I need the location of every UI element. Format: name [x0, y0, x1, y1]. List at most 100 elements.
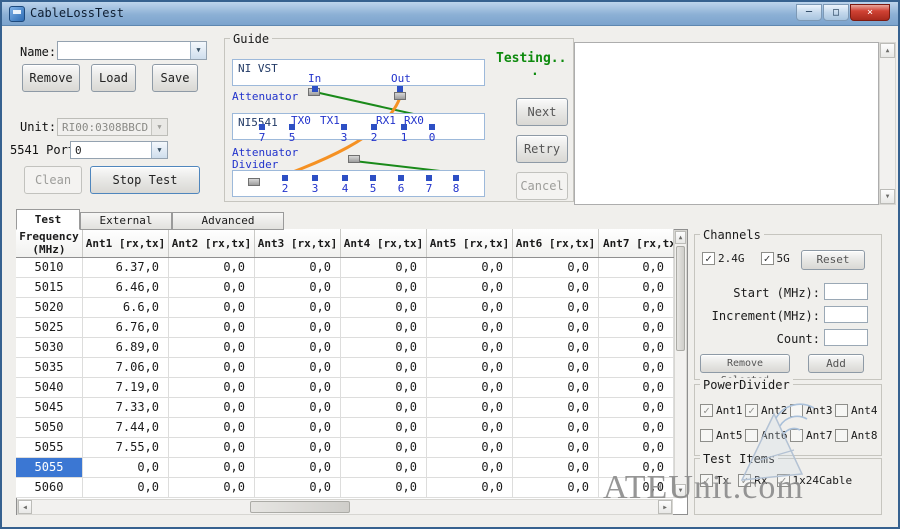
frequency-cell[interactable]: 5055	[16, 438, 83, 457]
column-header[interactable]: Ant6 [rx,tx]	[513, 229, 599, 257]
checkbox-icon[interactable]: ✓	[700, 404, 713, 417]
value-cell[interactable]: 0,0	[169, 378, 255, 397]
value-cell[interactable]: 0,0	[255, 378, 341, 397]
value-cell[interactable]: 0,0	[513, 358, 599, 377]
reset-button[interactable]: Reset	[801, 250, 865, 270]
frequency-cell[interactable]: 5025	[16, 318, 83, 337]
value-cell[interactable]: 0,0	[513, 298, 599, 317]
value-cell[interactable]: 0,0	[427, 478, 513, 497]
column-header[interactable]: Ant3 [rx,tx]	[255, 229, 341, 257]
table-row[interactable]: 5055 0,0 0,0 0,0 0,0 0,0 0,0 0,0	[16, 458, 674, 478]
value-cell[interactable]: 7.19,0	[83, 378, 169, 397]
column-header[interactable]: Ant5 [rx,tx]	[427, 229, 513, 257]
frequency-cell[interactable]: 5045	[16, 398, 83, 417]
column-header[interactable]: Ant2 [rx,tx]	[169, 229, 255, 257]
port-combobox[interactable]: 0 ▼	[70, 141, 168, 159]
value-cell[interactable]: 0,0	[341, 278, 427, 297]
close-button[interactable]: ×	[850, 4, 890, 21]
table-row[interactable]: 5040 7.19,0 0,0 0,0 0,0 0,0 0,0 0,0	[16, 378, 674, 398]
value-cell[interactable]: 0,0	[255, 258, 341, 277]
value-cell[interactable]: 0,0	[169, 318, 255, 337]
value-cell[interactable]: 7.55,0	[83, 438, 169, 457]
column-header[interactable]: Frequency (MHz)	[16, 229, 83, 257]
value-cell[interactable]: 0,0	[427, 298, 513, 317]
unit-combobox[interactable]: RI00:0308BBCD ▼	[57, 118, 168, 136]
checkbox-icon[interactable]: ✓	[776, 474, 790, 487]
table-row[interactable]: 5025 6.76,0 0,0 0,0 0,0 0,0 0,0 0,0	[16, 318, 674, 338]
scroll-down-icon[interactable]: ▼	[675, 484, 686, 497]
value-cell[interactable]: 0,0	[341, 358, 427, 377]
table-vscrollbar[interactable]: ▲ ▼	[674, 230, 687, 498]
value-cell[interactable]: 0,0	[427, 418, 513, 437]
checkbox-icon[interactable]: ✓	[745, 404, 758, 417]
frequency-cell[interactable]: 5030	[16, 338, 83, 357]
test-item-checkbox-1x24cable[interactable]: ✓ 1x24Cable	[776, 474, 852, 487]
maximize-button[interactable]: □	[823, 4, 849, 21]
value-cell[interactable]: 0,0	[427, 318, 513, 337]
value-cell[interactable]: 0,0	[169, 398, 255, 417]
chevron-down-icon[interactable]: ▼	[190, 42, 206, 59]
value-cell[interactable]: 0,0	[255, 418, 341, 437]
increment-mhz-input[interactable]	[824, 306, 868, 323]
value-cell[interactable]: 0,0	[599, 478, 674, 497]
power-divider-checkbox-ant2[interactable]: ✓ Ant2	[745, 404, 790, 417]
value-cell[interactable]: 6.89,0	[83, 338, 169, 357]
value-cell[interactable]: 0,0	[169, 258, 255, 277]
value-cell[interactable]: 0,0	[513, 438, 599, 457]
log-panel[interactable]	[574, 42, 879, 205]
log-scrollbar[interactable]: ▲ ▼	[879, 42, 896, 205]
checkbox-icon[interactable]: ✓	[738, 474, 752, 487]
value-cell[interactable]: 0,0	[255, 338, 341, 357]
checkbox-icon[interactable]: ✓	[702, 252, 715, 265]
stop-test-button[interactable]: Stop Test	[90, 166, 200, 194]
value-cell[interactable]: 0,0	[255, 398, 341, 417]
table-row[interactable]: 5035 7.06,0 0,0 0,0 0,0 0,0 0,0 0,0	[16, 358, 674, 378]
value-cell[interactable]: 0,0	[513, 378, 599, 397]
value-cell[interactable]: 0,0	[169, 298, 255, 317]
value-cell[interactable]: 6.37,0	[83, 258, 169, 277]
value-cell[interactable]: 0,0	[427, 278, 513, 297]
value-cell[interactable]: 0,0	[427, 458, 513, 477]
save-button[interactable]: Save	[152, 64, 198, 92]
value-cell[interactable]: 0,0	[427, 358, 513, 377]
value-cell[interactable]: 0,0	[169, 358, 255, 377]
value-cell[interactable]: 0,0	[169, 418, 255, 437]
frequency-cell[interactable]: 5020	[16, 298, 83, 317]
value-cell[interactable]: 0,0	[341, 438, 427, 457]
table-row[interactable]: 5050 7.44,0 0,0 0,0 0,0 0,0 0,0 0,0	[16, 418, 674, 438]
value-cell[interactable]: 0,0	[599, 418, 674, 437]
frequency-cell[interactable]: 5010	[16, 258, 83, 277]
value-cell[interactable]: 0,0	[169, 338, 255, 357]
count-input[interactable]	[824, 329, 868, 346]
chevron-down-icon[interactable]: ▼	[151, 142, 167, 158]
value-cell[interactable]: 0,0	[83, 458, 169, 477]
value-cell[interactable]: 0,0	[599, 378, 674, 397]
value-cell[interactable]: 0,0	[341, 398, 427, 417]
frequency-cell[interactable]: 5015	[16, 278, 83, 297]
table-row[interactable]: 5030 6.89,0 0,0 0,0 0,0 0,0 0,0 0,0	[16, 338, 674, 358]
table-hscrollbar[interactable]: ◀ ▶	[17, 499, 673, 515]
value-cell[interactable]: 0,0	[513, 338, 599, 357]
value-cell[interactable]: 0,0	[513, 278, 599, 297]
value-cell[interactable]: 0,0	[169, 438, 255, 457]
value-cell[interactable]: 0,0	[599, 438, 674, 457]
power-divider-checkbox-ant7[interactable]: Ant7	[790, 429, 835, 442]
value-cell[interactable]: 0,0	[427, 338, 513, 357]
value-cell[interactable]: 0,0	[599, 318, 674, 337]
power-divider-checkbox-ant5[interactable]: Ant5	[700, 429, 745, 442]
scroll-up-icon[interactable]: ▲	[880, 43, 895, 58]
frequency-cell[interactable]: 5040	[16, 378, 83, 397]
value-cell[interactable]: 0,0	[255, 318, 341, 337]
column-header[interactable]: Ant1 [rx,tx]	[83, 229, 169, 257]
checkbox-icon[interactable]: ✓	[700, 474, 713, 487]
column-header[interactable]: Ant7 [rx,tx]	[599, 229, 674, 257]
checkbox-icon[interactable]	[790, 429, 803, 442]
tab-advanced-settings[interactable]: Advanced Settings	[172, 212, 284, 230]
value-cell[interactable]: 7.06,0	[83, 358, 169, 377]
tab-test-atten[interactable]: Test Atten	[16, 209, 80, 230]
value-cell[interactable]: 0,0	[341, 418, 427, 437]
value-cell[interactable]: 0,0	[599, 278, 674, 297]
value-cell[interactable]: 0,0	[341, 458, 427, 477]
power-divider-checkbox-ant4[interactable]: Ant4	[835, 404, 880, 417]
value-cell[interactable]: 0,0	[83, 478, 169, 497]
